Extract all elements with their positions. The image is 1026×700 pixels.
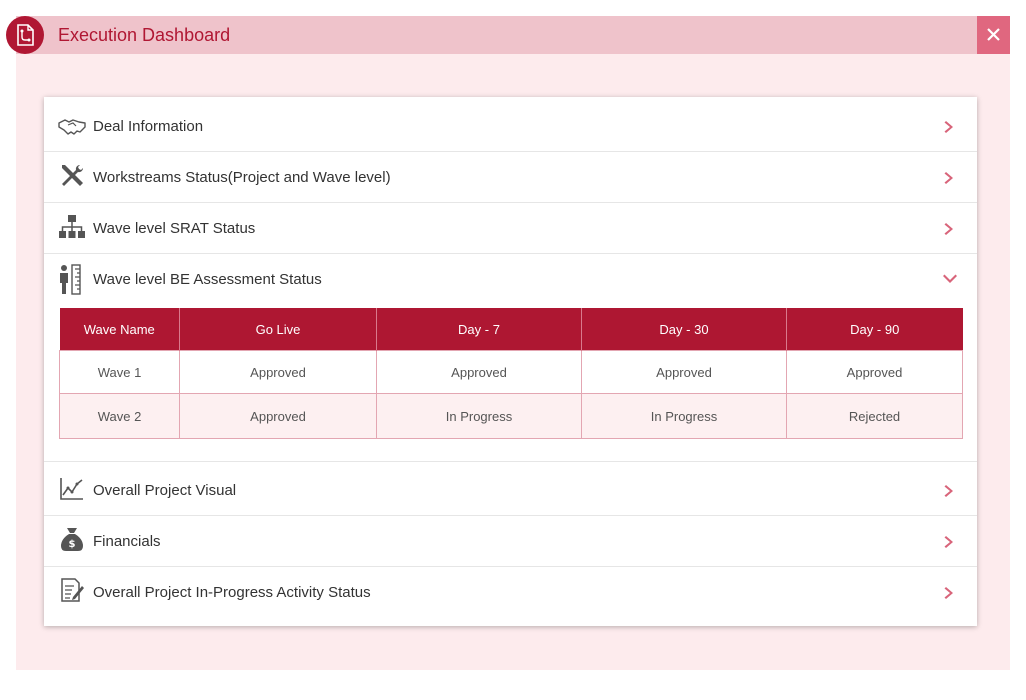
money-bag-icon: $ [58,525,86,553]
table-row: Wave 1 Approved Approved Approved Approv… [59,350,963,394]
document-icon [6,16,44,54]
chevron-right-icon [942,221,958,237]
chevron-right-icon [942,119,958,135]
line-chart-icon [58,475,86,503]
section-financials[interactable]: $ Financials [44,516,977,567]
handshake-icon [58,111,86,139]
section-label: Overall Project Visual [93,482,237,499]
measure-person-icon [58,264,86,296]
dashboard-header: Execution Dashboard [16,16,1010,54]
table-cell: Wave 2 [59,393,180,439]
table-row: Wave 2 Approved In Progress In Progress … [59,393,963,439]
table-cell: Wave 1 [59,350,180,394]
section-workstreams-status[interactable]: Workstreams Status(Project and Wave leve… [44,152,977,203]
section-label: Wave level SRAT Status [93,220,256,237]
chevron-right-icon [942,170,958,186]
tools-icon [58,162,86,190]
section-label: Overall Project In-Progress Activity Sta… [93,584,371,601]
table-cell: In Progress [376,393,582,439]
table-header-row: Wave Name Go Live Day - 7 Day - 30 Day -… [59,308,963,351]
section-deal-information[interactable]: Deal Information [44,97,977,152]
column-header-day-7: Day - 7 [376,308,582,351]
chevron-right-icon [942,534,958,550]
table-cell: Approved [179,393,377,439]
hierarchy-icon [58,213,86,241]
section-label: Financials [93,533,161,550]
table-cell: In Progress [581,393,787,439]
section-label: Deal Information [93,118,204,135]
chevron-right-icon [942,585,958,601]
section-label: Wave level BE Assessment Status [93,271,322,288]
sections-accordion: Deal Information Workstreams Status(Proj… [44,97,977,626]
section-in-progress-activity-status[interactable]: Overall Project In-Progress Activity Sta… [44,567,977,626]
table-cell: Approved [179,350,377,394]
chevron-right-icon [942,483,958,499]
chevron-down-icon [942,272,958,288]
page-title: Execution Dashboard [58,25,231,45]
close-icon [987,28,1000,41]
be-assessment-table: Wave Name Go Live Day - 7 Day - 30 Day -… [59,308,963,439]
table-cell: Rejected [786,393,963,439]
column-header-day-90: Day - 90 [786,308,963,351]
table-cell: Approved [786,350,963,394]
column-header-wave-name: Wave Name [59,308,180,351]
column-header-day-30: Day - 30 [581,308,787,351]
section-overall-project-visual[interactable]: Overall Project Visual [44,462,977,516]
svg-text:$: $ [69,539,76,550]
column-header-go-live: Go Live [179,308,377,351]
table-cell: Approved [376,350,582,394]
table-cell: Approved [581,350,787,394]
report-icon [58,577,86,605]
close-button[interactable] [977,16,1010,54]
section-srat-status[interactable]: Wave level SRAT Status [44,203,977,254]
section-label: Workstreams Status(Project and Wave leve… [93,169,391,186]
